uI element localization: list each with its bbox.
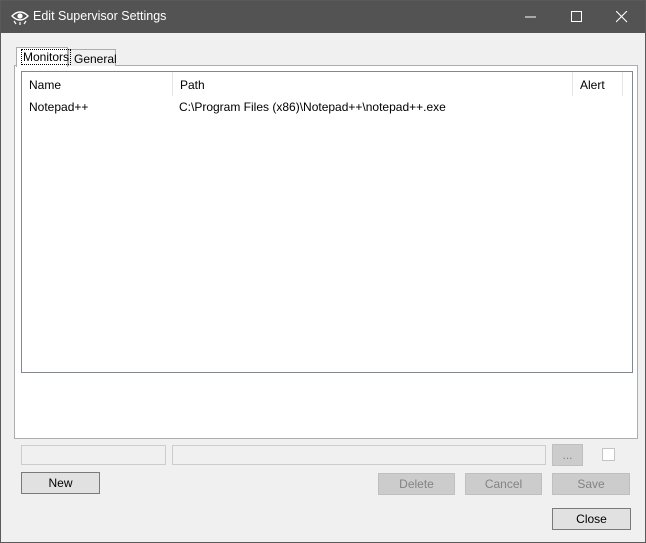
monitors-list[interactable]: Name Path Alert Notepad++ C:\Program Fil… xyxy=(21,71,633,373)
table-row[interactable]: Notepad++ C:\Program Files (x86)\Notepad… xyxy=(22,98,632,116)
close-window-button[interactable] xyxy=(599,1,645,33)
cancel-button[interactable]: Cancel xyxy=(465,473,542,495)
close-button-label: Close xyxy=(576,512,607,526)
path-input[interactable] xyxy=(172,445,546,465)
new-button-label: New xyxy=(48,476,73,490)
maximize-button[interactable] xyxy=(554,1,600,33)
settings-window: Edit Supervisor Settings Monitors Genera… xyxy=(0,0,646,543)
minimize-button[interactable] xyxy=(508,1,554,33)
close-button[interactable]: Close xyxy=(552,508,631,530)
delete-button[interactable]: Delete xyxy=(378,473,455,495)
window-title: Edit Supervisor Settings xyxy=(33,9,167,23)
column-header-alert-label: Alert xyxy=(580,78,605,92)
tab-general[interactable]: General xyxy=(68,49,117,66)
delete-button-label: Delete xyxy=(399,477,434,491)
column-header-name[interactable]: Name xyxy=(22,72,173,96)
new-button[interactable]: New xyxy=(21,472,100,494)
column-header-name-label: Name xyxy=(29,78,62,92)
row-name-cell: Notepad++ xyxy=(29,100,89,114)
column-header-path-label: Path xyxy=(180,78,205,92)
minimize-icon xyxy=(525,16,536,18)
name-input[interactable] xyxy=(21,445,166,465)
column-header-alert[interactable]: Alert xyxy=(573,72,623,96)
maximize-icon xyxy=(571,11,582,22)
tab-general-label: General xyxy=(74,52,117,66)
cancel-button-label: Cancel xyxy=(484,477,523,491)
browse-button[interactable]: ... xyxy=(552,444,583,466)
row-path-cell: C:\Program Files (x86)\Notepad++\notepad… xyxy=(179,100,446,114)
tab-monitors[interactable]: Monitors xyxy=(16,47,72,67)
title-bar[interactable]: Edit Supervisor Settings xyxy=(1,1,645,33)
column-header-path[interactable]: Path xyxy=(173,72,573,96)
eye-icon xyxy=(11,9,29,25)
browse-button-label: ... xyxy=(562,448,573,462)
tab-monitors-label: Monitors xyxy=(21,49,72,65)
close-icon xyxy=(616,11,628,23)
save-button[interactable]: Save xyxy=(552,473,630,495)
save-button-label: Save xyxy=(577,477,605,491)
alert-checkbox[interactable] xyxy=(602,448,615,461)
